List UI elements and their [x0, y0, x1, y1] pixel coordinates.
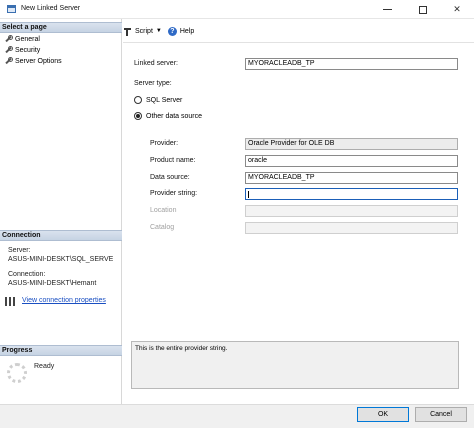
server-type-label: Server type: — [134, 80, 172, 87]
close-button[interactable]: ✕ — [440, 0, 474, 19]
script-icon — [123, 27, 132, 36]
toolbar: Script ▼ ? Help — [123, 24, 200, 38]
server-label: Server: — [8, 247, 31, 254]
window-icon — [7, 5, 16, 13]
data-source-input[interactable]: MYORACLEADB_TP — [245, 172, 458, 184]
linked-server-label: Linked server: — [134, 60, 178, 67]
data-source-label: Data source: — [150, 174, 190, 181]
location-input[interactable] — [245, 205, 458, 217]
progress-header: Progress — [0, 345, 122, 356]
sidebar-item-server-options[interactable]: Server Options — [4, 56, 62, 66]
sidebar-item-label: General — [15, 35, 40, 43]
sidebar-item-label: Security — [15, 46, 41, 54]
chevron-down-icon[interactable]: ▼ — [156, 28, 162, 34]
select-page-header: Select a page — [0, 22, 122, 33]
maximize-button[interactable] — [406, 0, 440, 19]
title-bar: New Linked Server ✕ — [0, 0, 474, 19]
provider-string-label: Provider string: — [150, 190, 198, 197]
script-label: Script — [135, 27, 153, 35]
progress-spinner-icon — [7, 363, 27, 383]
description-box: This is the entire provider string. — [131, 341, 459, 389]
minimize-icon — [382, 9, 392, 10]
provider-select[interactable]: Oracle Provider for OLE DB — [245, 138, 458, 150]
maximize-icon — [419, 5, 427, 14]
help-label: Help — [179, 27, 195, 35]
sql-server-label: SQL Server — [146, 96, 183, 104]
connection-header: Connection — [0, 230, 122, 241]
description-text: This is the entire provider string. — [135, 345, 228, 352]
server-value: ASUS-MINI-DESKT\SQL_SERVE — [8, 256, 114, 263]
minimize-button[interactable] — [370, 0, 404, 19]
other-data-source-label: Other data source — [146, 112, 203, 120]
linked-server-input[interactable]: MYORACLEADB_TP — [245, 58, 458, 70]
other-data-source-radio[interactable]: Other data source — [134, 112, 202, 120]
ok-button[interactable]: OK — [357, 407, 409, 422]
sql-server-radio[interactable]: SQL Server — [134, 96, 182, 104]
sidebar-item-general[interactable]: General — [4, 34, 40, 44]
radio-button[interactable] — [134, 96, 142, 104]
radio-button-checked[interactable] — [134, 112, 142, 120]
provider-value: Oracle Provider for OLE DB — [248, 140, 335, 147]
script-button[interactable]: Script ▼ — [123, 27, 162, 36]
provider-string-input[interactable] — [245, 188, 458, 200]
cancel-button[interactable]: Cancel — [415, 407, 467, 422]
left-panel: Select a page General Security Server Op… — [0, 19, 122, 404]
wrench-icon — [4, 57, 13, 65]
location-label: Location — [150, 207, 177, 214]
catalog-input[interactable] — [245, 222, 458, 234]
help-icon: ? — [167, 26, 177, 36]
provider-label: Provider: — [150, 140, 179, 147]
catalog-label: Catalog — [150, 224, 175, 231]
view-connection-properties-link[interactable]: View connection properties — [22, 297, 106, 304]
progress-status: Ready — [34, 363, 55, 370]
wrench-icon — [4, 35, 13, 43]
sidebar-item-label: Server Options — [15, 57, 62, 65]
toolbar-divider — [123, 42, 474, 43]
help-button[interactable]: ? Help — [167, 26, 195, 36]
connection-properties-icon — [5, 297, 17, 306]
connection-value: ASUS-MINI-DESKT\Hemant — [8, 280, 97, 287]
window-title: New Linked Server — [21, 5, 81, 12]
product-name-label: Product name: — [150, 157, 196, 164]
sidebar-item-security[interactable]: Security — [4, 45, 40, 55]
product-name-input[interactable]: oracle — [245, 155, 458, 167]
wrench-icon — [4, 46, 13, 54]
connection-label: Connection: — [8, 271, 46, 278]
